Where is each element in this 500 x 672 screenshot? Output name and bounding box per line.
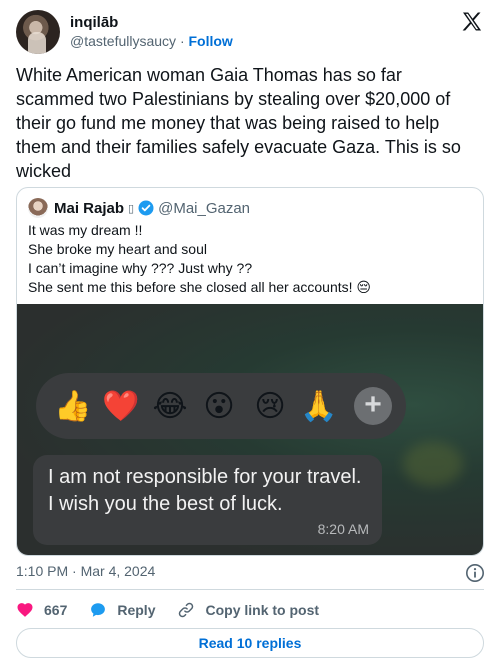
message-bubble: I am not responsible for your travel. I … — [33, 455, 382, 545]
message-text: I am not responsible for your travel. I … — [48, 466, 362, 515]
reaction-bar: 👍 ❤️ 😂 😮 😢 🙏 + — [36, 373, 406, 439]
author-handle[interactable]: @tastefullysaucy — [70, 33, 176, 49]
author-handle-row: @tastefullysaucy · Follow — [70, 33, 233, 49]
quoted-author-handle: @Mai_Gazan — [158, 199, 251, 217]
author-avatar[interactable] — [16, 10, 60, 54]
reply-label: Reply — [117, 602, 156, 618]
copy-link-button[interactable]: Copy link to post — [177, 601, 319, 619]
heart-icon — [17, 603, 33, 617]
quoted-name-glyph: ▯ — [128, 202, 135, 215]
add-reaction-icon: + — [354, 387, 392, 425]
message-time: 8:20 AM — [317, 521, 369, 537]
quoted-media-screenshot[interactable]: 👍 ❤️ 😂 😮 😢 🙏 + I am not responsible for … — [17, 304, 483, 555]
reply-bubble-icon — [91, 603, 106, 617]
laughing-emoji: 😂 — [152, 389, 188, 423]
tweet-text: White American woman Gaia Thomas has so … — [16, 65, 461, 181]
crying-emoji: 😢 — [254, 389, 286, 423]
quoted-text-line: It was my dream !! — [28, 222, 143, 238]
quoted-text-line: I can’t imagine why ??? Just why ?? — [28, 260, 253, 276]
author-name-link[interactable]: inqilāb — [70, 14, 118, 32]
quoted-tweet-text: It was my dream !! She broke my heart an… — [28, 221, 474, 297]
heart-emoji: ❤️ — [102, 389, 140, 423]
quoted-text-line: She broke my heart and soul — [28, 241, 207, 257]
handle-separator: · — [179, 33, 185, 49]
action-bar: 667 Reply Copy link to post — [16, 599, 341, 621]
tweet-timestamp[interactable]: 1:10 PM · Mar 4, 2024 — [16, 563, 155, 579]
quoted-tweet[interactable]: Mai Rajab ▯ @Mai_Gazan It was my dream !… — [16, 187, 484, 556]
praying-hands-emoji: 🙏 — [300, 389, 338, 423]
follow-button[interactable]: Follow — [189, 33, 233, 49]
verified-badge-icon — [138, 200, 154, 216]
quoted-text-line: She sent me this before she closed all h… — [28, 279, 371, 295]
quoted-tweet-header: Mai Rajab ▯ @Mai_Gazan — [28, 197, 250, 219]
info-icon[interactable] — [465, 563, 485, 583]
x-logo-icon[interactable] — [460, 10, 484, 34]
quoted-author-avatar — [28, 198, 48, 218]
like-button[interactable]: 667 — [16, 601, 67, 619]
link-icon — [179, 602, 194, 618]
divider — [16, 589, 484, 590]
quoted-author-name: Mai Rajab — [54, 199, 125, 217]
surprised-emoji: 😮 — [203, 389, 235, 423]
thumbs-up-emoji: 👍 — [54, 389, 92, 423]
reply-button[interactable]: Reply — [89, 601, 155, 619]
tweet-header: inqilāb @tastefullysaucy · Follow — [16, 10, 484, 56]
read-replies-button[interactable]: Read 10 replies — [16, 628, 484, 658]
copy-link-label: Copy link to post — [205, 602, 320, 618]
like-count: 667 — [44, 602, 68, 618]
author-name[interactable]: inqilāb — [70, 14, 118, 31]
